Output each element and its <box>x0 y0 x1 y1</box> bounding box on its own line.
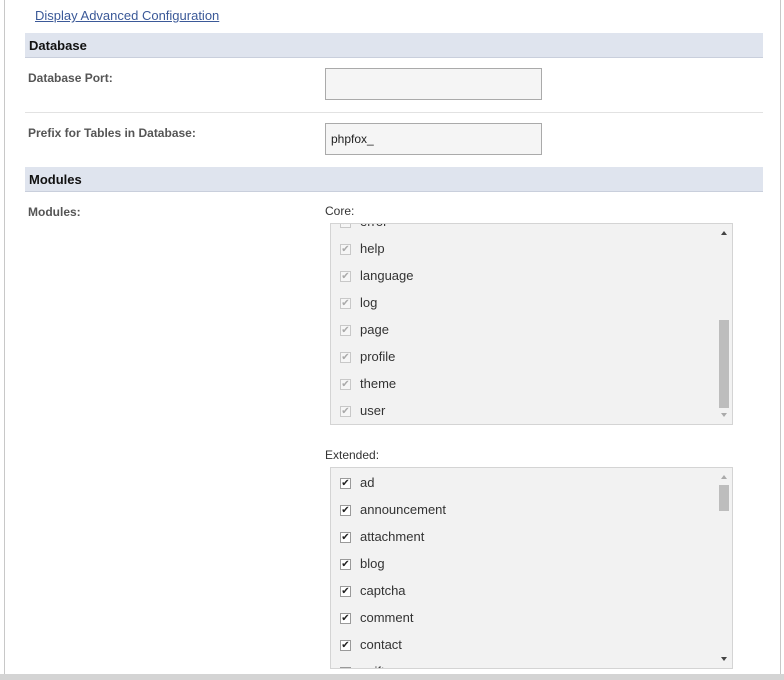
list-item[interactable]: ✔ captcha <box>331 580 711 607</box>
table-prefix-label: Prefix for Tables in Database: <box>28 126 196 140</box>
checkbox[interactable]: ✔ <box>340 532 351 543</box>
table-prefix-input[interactable] <box>325 123 542 155</box>
module-name: captcha <box>360 583 406 598</box>
extended-modules-list[interactable]: ✔ ad ✔ announcement ✔ attachment ✔ blog … <box>330 467 733 669</box>
module-name: theme <box>360 376 397 391</box>
check-icon: ✔ <box>341 640 350 651</box>
checkbox[interactable]: ✔ <box>340 379 351 390</box>
module-name: language <box>360 268 414 283</box>
list-item[interactable]: ✔ comment <box>331 607 711 634</box>
module-name: attachment <box>360 529 425 544</box>
scroll-up-arrow-icon[interactable] <box>721 231 727 235</box>
module-name: help <box>360 241 385 256</box>
list-item[interactable]: ✔ ad <box>331 472 711 499</box>
module-name: contact <box>360 637 402 652</box>
check-icon: ✔ <box>341 379 350 390</box>
module-name: announcement <box>360 502 447 517</box>
check-icon: ✔ <box>341 613 350 624</box>
core-list-scrollbar[interactable] <box>717 224 732 424</box>
check-icon: ✔ <box>341 667 349 669</box>
list-item[interactable]: ✔ page <box>331 319 711 346</box>
checkbox[interactable]: ✔ <box>340 586 351 597</box>
module-name: egift <box>360 664 385 668</box>
scroll-up-arrow-icon[interactable] <box>721 475 727 479</box>
check-icon: ✔ <box>341 532 350 543</box>
database-section-header: Database <box>25 33 763 58</box>
extended-list-scrollbar[interactable] <box>717 468 732 668</box>
list-item[interactable]: ✔ blog <box>331 553 711 580</box>
check-icon: ✔ <box>341 352 350 363</box>
module-name: log <box>360 295 378 310</box>
database-section-title: Database <box>29 38 87 53</box>
module-name: user <box>360 403 386 418</box>
module-name: comment <box>360 610 414 625</box>
check-icon: ✔ <box>341 325 350 336</box>
module-name: ad <box>360 475 375 490</box>
list-item[interactable]: ✔ user <box>331 400 711 424</box>
checkbox[interactable]: ✔ <box>340 559 351 570</box>
display-advanced-configuration-link[interactable]: Display Advanced Configuration <box>35 8 219 23</box>
module-name: blog <box>360 556 385 571</box>
list-item[interactable]: ✔ egift <box>331 661 711 669</box>
list-item[interactable]: ✔ log <box>331 292 711 319</box>
list-item[interactable]: ✔ announcement <box>331 499 711 526</box>
checkbox[interactable]: ✔ <box>340 640 351 651</box>
checkbox[interactable]: ✔ <box>340 271 351 282</box>
list-item[interactable]: ✔ attachment <box>331 526 711 553</box>
checkbox[interactable]: ✔ <box>340 325 351 336</box>
checkbox[interactable]: ✔ <box>340 244 351 255</box>
scrollbar-thumb[interactable] <box>719 485 729 511</box>
checkbox[interactable]: ✔ <box>340 224 351 228</box>
check-icon: ✔ <box>341 298 350 309</box>
module-name: profile <box>360 349 396 364</box>
check-icon: ✔ <box>341 271 350 282</box>
checkbox[interactable]: ✔ <box>340 478 351 489</box>
module-name: page <box>360 322 389 337</box>
database-port-label: Database Port: <box>28 71 113 85</box>
list-item[interactable]: ✔ profile <box>331 346 711 373</box>
check-icon: ✔ <box>341 505 350 516</box>
checkbox[interactable]: ✔ <box>340 613 351 624</box>
module-name: error <box>360 224 387 229</box>
scrollbar-thumb[interactable] <box>719 320 729 408</box>
row-divider <box>25 112 763 113</box>
check-icon: ✔ <box>341 406 350 417</box>
check-icon: ✔ <box>341 478 350 489</box>
core-modules-label: Core: <box>325 204 355 218</box>
checkbox[interactable]: ✔ <box>340 667 351 669</box>
modules-label: Modules: <box>28 205 81 219</box>
modules-section-header: Modules <box>25 167 763 192</box>
check-icon: ✔ <box>341 224 349 228</box>
checkbox[interactable]: ✔ <box>340 406 351 417</box>
check-icon: ✔ <box>341 244 350 255</box>
list-item[interactable]: ✔ contact <box>331 634 711 661</box>
list-item[interactable]: ✔ help <box>331 238 711 265</box>
checkbox[interactable]: ✔ <box>340 352 351 363</box>
scroll-down-arrow-icon[interactable] <box>721 413 727 417</box>
core-modules-list[interactable]: ✔ error ✔ help ✔ language ✔ log ✔ page ✔… <box>330 223 733 425</box>
checkbox[interactable]: ✔ <box>340 505 351 516</box>
list-item[interactable]: ✔ error <box>331 224 711 238</box>
scroll-down-arrow-icon[interactable] <box>721 657 727 661</box>
database-port-input[interactable] <box>325 68 542 100</box>
check-icon: ✔ <box>341 559 350 570</box>
check-icon: ✔ <box>341 586 350 597</box>
modules-section-title: Modules <box>29 172 82 187</box>
checkbox[interactable]: ✔ <box>340 298 351 309</box>
list-item[interactable]: ✔ theme <box>331 373 711 400</box>
horizontal-scrollbar-strip <box>0 674 784 680</box>
list-item[interactable]: ✔ language <box>331 265 711 292</box>
extended-modules-label: Extended: <box>325 448 380 462</box>
